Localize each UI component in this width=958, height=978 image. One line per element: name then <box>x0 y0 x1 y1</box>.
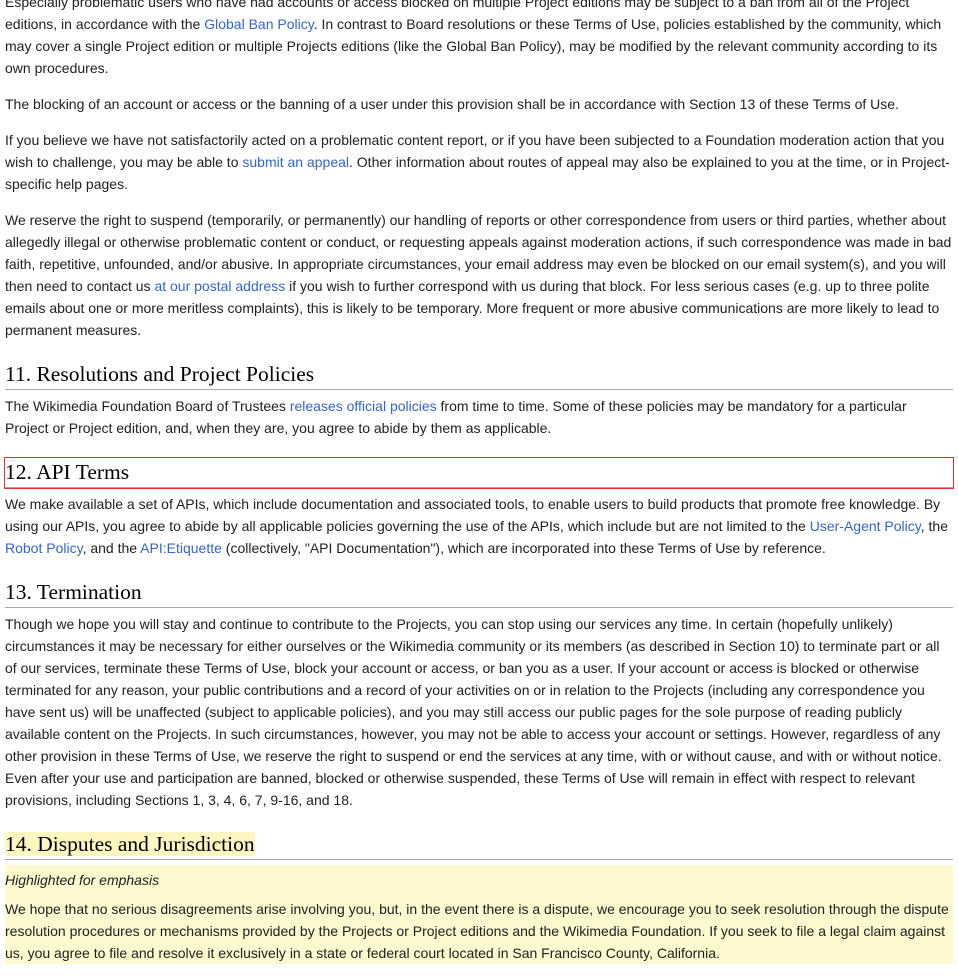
paragraph-blocking: The blocking of an account or access or … <box>5 96 899 112</box>
link-submit-appeal[interactable]: submit an appeal <box>242 154 349 170</box>
heading-section-13: 13. Termination <box>5 578 953 608</box>
heading-section-12[interactable]: 12. API Terms <box>4 457 954 489</box>
link-api-etiquette[interactable]: API:Etiquette <box>140 540 222 556</box>
highlight-note: Highlighted for emphasis <box>5 872 160 888</box>
paragraph-suspend-handling: We reserve the right to suspend (tempora… <box>5 212 952 338</box>
paragraph-api-terms: We make available a set of APIs, which i… <box>5 496 948 556</box>
paragraph-termination: Though we hope you will stay and continu… <box>5 616 942 808</box>
paragraph-global-ban: Especially problematic users who have ha… <box>5 0 942 76</box>
paragraph-disputes: We hope that no serious disagreements ar… <box>5 901 949 961</box>
link-official-policies[interactable]: releases official policies <box>290 398 437 414</box>
highlighted-block: Highlighted for emphasis We hope that no… <box>5 865 953 964</box>
link-user-agent-policy[interactable]: User-Agent Policy <box>810 518 921 534</box>
paragraph-resolutions: The Wikimedia Foundation Board of Truste… <box>5 398 907 436</box>
link-postal-address[interactable]: at our postal address <box>154 278 285 294</box>
heading-section-14-highlight: 14. Disputes and Jurisdiction <box>5 832 255 856</box>
link-global-ban-policy[interactable]: Global Ban Policy <box>204 16 313 32</box>
heading-section-11: 11. Resolutions and Project Policies <box>5 360 953 390</box>
paragraph-appeal: If you believe we have not satisfactoril… <box>5 132 950 192</box>
terms-of-use-content: Especially problematic users who have ha… <box>4 0 954 978</box>
heading-section-14: 14. Disputes and Jurisdiction <box>5 830 953 860</box>
link-robot-policy[interactable]: Robot Policy <box>5 540 83 556</box>
